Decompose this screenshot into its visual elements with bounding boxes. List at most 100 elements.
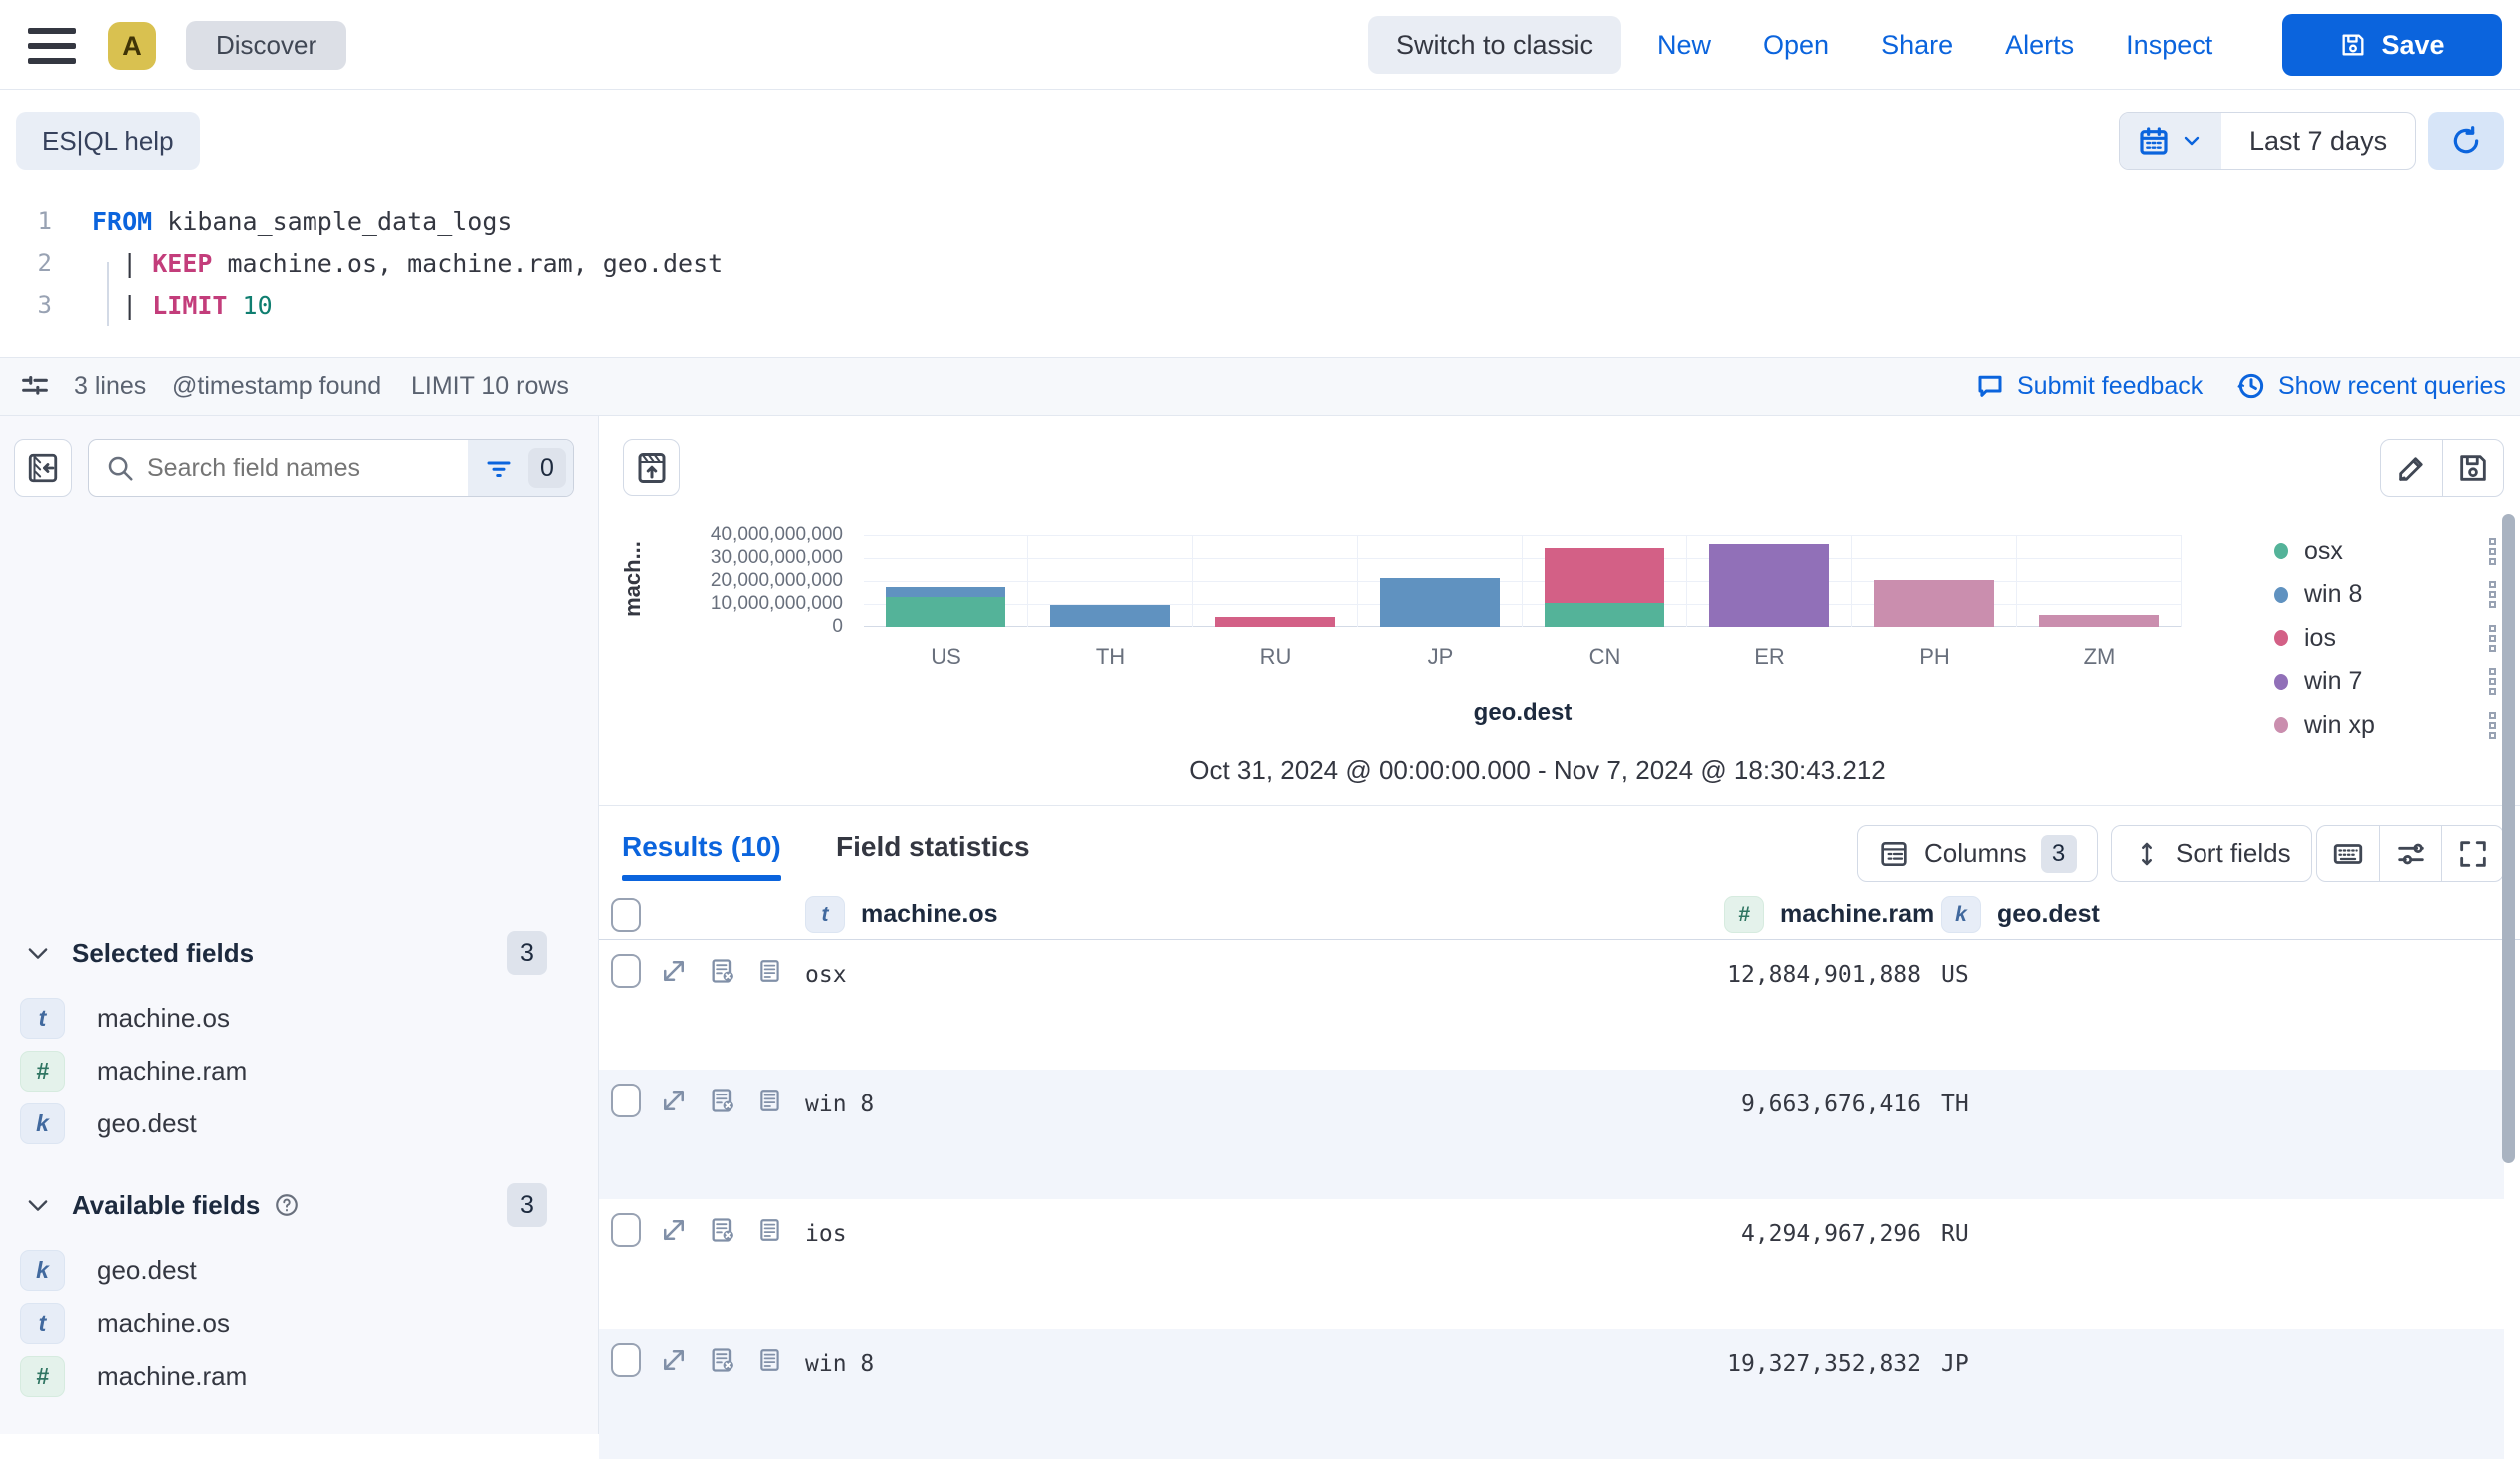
time-range-value[interactable]: Last 7 days bbox=[2221, 113, 2415, 169]
legend-color-dot bbox=[2274, 630, 2288, 646]
topbar-links: New Open Share Alerts Inspect bbox=[1657, 0, 2212, 90]
editor-settings-icon[interactable] bbox=[18, 358, 52, 415]
field-search-input[interactable] bbox=[135, 440, 468, 496]
row-view-document-icon[interactable] bbox=[757, 1215, 783, 1245]
breadcrumb[interactable]: Discover bbox=[186, 21, 346, 70]
row-expand-icon[interactable] bbox=[659, 1215, 689, 1245]
selected-field-machine.ram[interactable]: #machine.ram bbox=[0, 1045, 599, 1097]
switch-to-classic-button[interactable]: Switch to classic bbox=[1368, 16, 1621, 74]
row-view-document-icon[interactable] bbox=[757, 1345, 783, 1375]
row-expand-icon[interactable] bbox=[659, 1086, 689, 1115]
time-picker-calendar-button[interactable] bbox=[2120, 113, 2221, 169]
topbar-link-new[interactable]: New bbox=[1657, 30, 1711, 61]
bar-US-win 8[interactable] bbox=[886, 587, 1005, 597]
display-options-icon[interactable] bbox=[2379, 826, 2441, 881]
columns-button[interactable]: Columns 3 bbox=[1857, 825, 2098, 882]
selected-fields-label: Selected fields bbox=[72, 938, 254, 969]
legend-actions-icon[interactable] bbox=[2489, 712, 2496, 739]
save-visualization-button[interactable] bbox=[2442, 440, 2503, 496]
bar-CN-osx[interactable] bbox=[1545, 603, 1664, 627]
selected-field-geo.dest[interactable]: kgeo.dest bbox=[0, 1097, 599, 1150]
cell-os: osx bbox=[805, 962, 847, 988]
code-text: FROM kibana_sample_data_logs bbox=[92, 207, 512, 236]
bar-PH-win xp[interactable] bbox=[1874, 580, 1994, 627]
row-checkbox[interactable] bbox=[611, 1084, 641, 1117]
tab-field-statistics[interactable]: Field statistics bbox=[836, 831, 1030, 863]
bar-CN-ios[interactable] bbox=[1545, 548, 1664, 603]
editor-lines-count: 3 lines bbox=[74, 358, 146, 415]
fullscreen-icon[interactable] bbox=[2441, 826, 2503, 881]
bar-ZM-win xp[interactable] bbox=[2039, 615, 2159, 627]
legend-item-win xp[interactable]: win xp bbox=[2266, 703, 2496, 747]
row-degraded-doc-icon[interactable] bbox=[709, 1345, 737, 1375]
legend-actions-icon[interactable] bbox=[2489, 581, 2496, 608]
y-tick-label: 30,000,000,000 bbox=[599, 547, 843, 569]
topbar-link-alerts[interactable]: Alerts bbox=[2005, 30, 2074, 61]
available-field-geo.dest[interactable]: kgeo.dest bbox=[0, 1244, 599, 1297]
sort-fields-button[interactable]: Sort fields bbox=[2111, 825, 2312, 882]
submit-feedback-link[interactable]: Submit feedback bbox=[1975, 358, 2203, 415]
editor-line-3[interactable]: 3 | LIMIT 10 bbox=[0, 284, 2520, 326]
row-view-document-icon[interactable] bbox=[757, 956, 783, 986]
limit-status: LIMIT 10 rows bbox=[411, 358, 569, 415]
legend-actions-icon[interactable] bbox=[2489, 625, 2496, 652]
row-expand-icon[interactable] bbox=[659, 1345, 689, 1375]
selected-fields-list: tmachine.os#machine.ramkgeo.dest bbox=[0, 992, 599, 1150]
menu-icon[interactable] bbox=[26, 24, 78, 68]
topbar-link-open[interactable]: Open bbox=[1763, 30, 1829, 61]
legend-item-win 7[interactable]: win 7 bbox=[2266, 660, 2496, 704]
bar-US-osx[interactable] bbox=[886, 597, 1005, 627]
show-recent-queries-link[interactable]: Show recent queries bbox=[2236, 358, 2506, 415]
bar-RU-ios[interactable] bbox=[1215, 617, 1335, 627]
refresh-button[interactable] bbox=[2428, 112, 2504, 170]
legend-label: win 8 bbox=[2304, 580, 2362, 609]
legend-item-win 8[interactable]: win 8 bbox=[2266, 573, 2496, 617]
editor-line-1[interactable]: 1FROM kibana_sample_data_logs bbox=[0, 200, 2520, 242]
collapse-sidebar-button[interactable] bbox=[14, 439, 72, 497]
legend-actions-icon[interactable] bbox=[2489, 538, 2496, 565]
y-tick-label: 0 bbox=[599, 616, 843, 638]
available-field-machine.os[interactable]: tmachine.os bbox=[0, 1297, 599, 1350]
cell-ram: 4,294,967,296 bbox=[1498, 1221, 1921, 1247]
tab-results[interactable]: Results (10) bbox=[622, 831, 781, 875]
esql-query-editor[interactable]: 1FROM kibana_sample_data_logs2 | KEEP ma… bbox=[0, 200, 2520, 326]
row-degraded-doc-icon[interactable] bbox=[709, 956, 737, 986]
save-button[interactable]: Save bbox=[2282, 14, 2502, 76]
topbar-link-inspect[interactable]: Inspect bbox=[2126, 30, 2212, 61]
legend-item-ios[interactable]: ios bbox=[2266, 616, 2496, 660]
column-header-geo-dest[interactable]: kgeo.dest bbox=[1941, 896, 2100, 933]
row-view-document-icon[interactable] bbox=[757, 1086, 783, 1115]
edit-visualization-button[interactable] bbox=[2381, 440, 2442, 496]
bar-TH-win 8[interactable] bbox=[1050, 605, 1170, 627]
row-checkbox[interactable] bbox=[611, 1213, 641, 1247]
row-expand-icon[interactable] bbox=[659, 956, 689, 986]
help-question-icon[interactable] bbox=[274, 1192, 300, 1218]
row-checkbox[interactable] bbox=[611, 1343, 641, 1377]
bar-ER-win 7[interactable] bbox=[1709, 544, 1829, 627]
toggle-chart-panel-button[interactable] bbox=[623, 439, 680, 496]
cell-os: win 8 bbox=[805, 1351, 874, 1377]
row-degraded-doc-icon[interactable] bbox=[709, 1086, 737, 1115]
legend-item-osx[interactable]: osx bbox=[2266, 529, 2496, 573]
field-filter-button[interactable]: 0 bbox=[468, 440, 574, 496]
selected-fields-header[interactable]: Selected fields 3 bbox=[0, 928, 599, 978]
number-type-icon: # bbox=[1724, 896, 1764, 933]
x-tick-label: ZM bbox=[2017, 644, 2182, 670]
column-header-machine-ram[interactable]: #machine.ram bbox=[1724, 896, 1934, 933]
feedback-bubble-icon bbox=[1975, 371, 2005, 401]
legend-actions-icon[interactable] bbox=[2489, 668, 2496, 695]
available-fields-header[interactable]: Available fields 3 bbox=[0, 1180, 599, 1230]
available-field-machine.ram[interactable]: #machine.ram bbox=[0, 1350, 599, 1403]
column-header-machine-os[interactable]: tmachine.os bbox=[805, 896, 998, 933]
esql-help-button[interactable]: ES|QL help bbox=[16, 112, 200, 170]
vertical-scrollbar[interactable] bbox=[2502, 514, 2515, 1163]
space-avatar[interactable]: A bbox=[108, 22, 156, 70]
row-degraded-doc-icon[interactable] bbox=[709, 1215, 737, 1245]
selected-field-machine.os[interactable]: tmachine.os bbox=[0, 992, 599, 1045]
editor-line-2[interactable]: 2 | KEEP machine.os, machine.ram, geo.de… bbox=[0, 242, 2520, 284]
select-all-checkbox[interactable] bbox=[611, 898, 641, 932]
keyboard-shortcuts-icon[interactable] bbox=[2317, 826, 2379, 881]
topbar-link-share[interactable]: Share bbox=[1881, 30, 1953, 61]
bar-JP-win 8[interactable] bbox=[1380, 578, 1500, 627]
row-checkbox[interactable] bbox=[611, 954, 641, 988]
